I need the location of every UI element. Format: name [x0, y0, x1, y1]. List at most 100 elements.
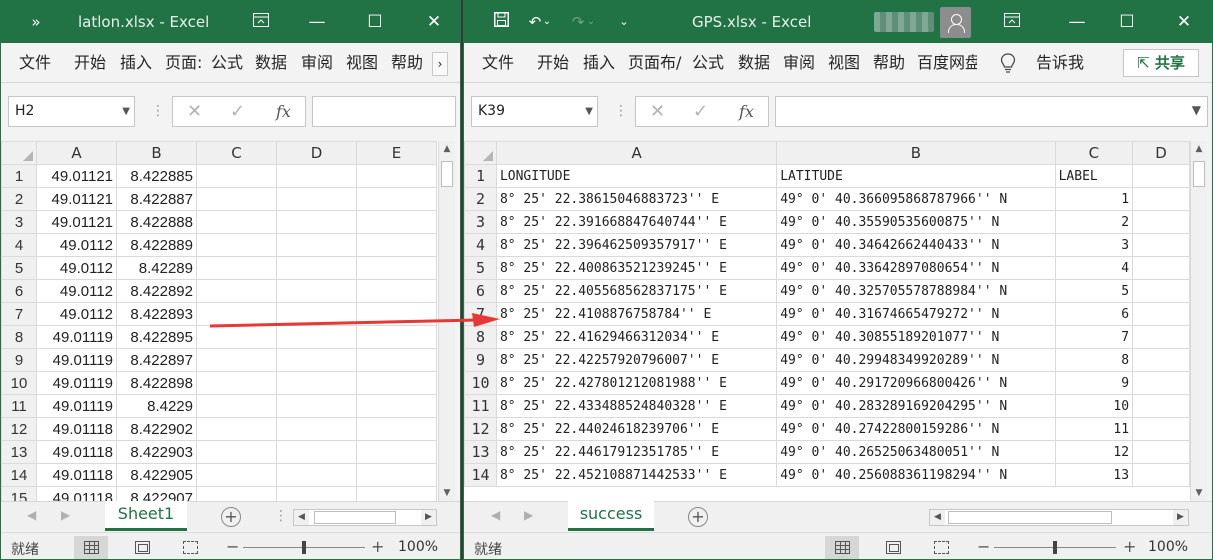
prev-sheet-icon[interactable]: ◀ — [27, 508, 36, 522]
page-layout-view-button[interactable] — [125, 536, 159, 559]
name-box[interactable]: H2 ▼ — [8, 96, 135, 127]
cell[interactable] — [196, 279, 277, 303]
column-header[interactable]: B — [116, 141, 197, 165]
cell[interactable] — [196, 210, 277, 234]
cell[interactable]: 49° 0' 40.256088361198294'' N — [776, 463, 1056, 487]
row-header[interactable]: 6 — [464, 279, 497, 303]
cell[interactable] — [276, 394, 357, 418]
cell[interactable] — [356, 486, 437, 501]
cell[interactable]: 49.01118 — [36, 417, 117, 441]
close-button[interactable]: ✕ — [1161, 1, 1207, 43]
cell[interactable]: 8° 25' 22.400863521239245'' E — [495, 256, 778, 280]
cell[interactable]: 49° 0' 40.325705578788984'' N — [776, 279, 1056, 303]
zoom-in-icon[interactable]: + — [371, 537, 384, 556]
formula-input[interactable]: ▼ — [775, 96, 1208, 127]
right-vertical-scrollbar[interactable]: ▲ ▼ — [1190, 141, 1207, 501]
cell[interactable] — [276, 440, 357, 464]
cell[interactable]: 10 — [1054, 394, 1134, 418]
page-break-view-button[interactable] — [173, 536, 207, 559]
zoom-out-icon[interactable]: − — [977, 537, 990, 556]
cell[interactable] — [196, 187, 277, 211]
cell[interactable]: 1 — [1054, 187, 1134, 211]
cancel-icon[interactable]: ✕ — [650, 97, 665, 126]
cell[interactable]: 49° 0' 40.29948349920289'' N — [776, 348, 1056, 372]
cell[interactable]: 8.422887 — [116, 187, 197, 211]
cell[interactable] — [356, 256, 437, 280]
cell[interactable] — [1132, 394, 1190, 418]
cell[interactable] — [196, 256, 277, 280]
cell[interactable]: 11 — [1054, 417, 1134, 441]
cell[interactable] — [196, 463, 277, 487]
cell[interactable]: 49.0112 — [36, 302, 117, 326]
row-header[interactable]: 1 — [464, 164, 497, 188]
tab-file[interactable]: 文件 — [482, 43, 514, 83]
cell[interactable]: 8.422885 — [116, 164, 197, 188]
minimize-button[interactable]: — — [294, 1, 340, 43]
cell[interactable] — [276, 348, 357, 372]
row-header[interactable]: 5 — [464, 256, 497, 280]
scroll-right-icon[interactable]: ▶ — [421, 510, 436, 525]
cell[interactable]: 49° 0' 40.291720966800426'' N — [776, 371, 1056, 395]
right-sheet-grid[interactable]: A B C D 1 LONGITUDE LATITUDE LABEL 2 8° 25' 2… — [464, 141, 1190, 501]
cell[interactable]: 8° 25' 22.427801212081988'' E — [495, 371, 778, 395]
cell[interactable] — [356, 325, 437, 349]
cell[interactable]: 8° 25' 22.433488524840328'' E — [495, 394, 778, 418]
tab-baidu-netdisk[interactable]: 百度网盘 — [917, 43, 977, 83]
column-header[interactable]: A — [36, 141, 117, 165]
cell[interactable] — [356, 417, 437, 441]
cell[interactable]: 8° 25' 22.396462509357917'' E — [495, 233, 778, 257]
page-break-view-button[interactable] — [924, 536, 958, 559]
normal-view-button[interactable] — [74, 536, 108, 559]
cell[interactable]: 8° 25' 22.41629466312034'' E — [495, 325, 778, 349]
row-header[interactable]: 13 — [464, 440, 497, 464]
row-header[interactable]: 1 — [1, 164, 37, 188]
cell[interactable] — [356, 440, 437, 464]
cell[interactable]: 5 — [1054, 279, 1134, 303]
cell[interactable] — [276, 417, 357, 441]
cell[interactable] — [276, 233, 357, 257]
scroll-left-icon[interactable]: ◀ — [930, 510, 945, 525]
undo-dropdown-icon[interactable]: ⌄ — [540, 1, 554, 43]
cell[interactable]: 8.42289 — [116, 256, 197, 280]
cell[interactable] — [356, 210, 437, 234]
maximize-button[interactable]: ☐ — [1104, 1, 1150, 43]
next-sheet-icon[interactable]: ▶ — [524, 508, 533, 522]
cell[interactable]: 2 — [1054, 210, 1134, 234]
cell[interactable] — [276, 279, 357, 303]
hscroll-thumb[interactable] — [948, 511, 1112, 524]
cell[interactable]: 8° 25' 22.38615046883723'' E — [495, 187, 778, 211]
tell-me-search[interactable]: 告诉我 — [1036, 43, 1084, 83]
cell[interactable]: 8.422888 — [116, 210, 197, 234]
cell[interactable]: LATITUDE — [776, 164, 1056, 188]
lightbulb-icon[interactable] — [1000, 43, 1016, 83]
zoom-level[interactable]: 100% — [398, 539, 438, 555]
cell[interactable] — [1132, 325, 1190, 349]
scroll-down-icon[interactable]: ▼ — [1191, 485, 1207, 501]
check-icon[interactable]: ✓ — [693, 97, 708, 126]
cell[interactable] — [276, 463, 357, 487]
row-header[interactable]: 5 — [1, 256, 37, 280]
cell[interactable]: 8.422892 — [116, 279, 197, 303]
cell[interactable] — [356, 187, 437, 211]
cell[interactable]: 49° 0' 40.33642897080654'' N — [776, 256, 1056, 280]
cell[interactable] — [276, 302, 357, 326]
cell[interactable]: 8.422898 — [116, 371, 197, 395]
row-header[interactable]: 2 — [1, 187, 37, 211]
cell[interactable]: 49.0112 — [36, 256, 117, 280]
cell[interactable]: 8° 25' 22.44617912351785'' E — [495, 440, 778, 464]
prev-sheet-icon[interactable]: ◀ — [491, 508, 500, 522]
cell[interactable]: 49.01121 — [36, 210, 117, 234]
formula-input[interactable] — [312, 96, 456, 127]
row-header[interactable]: 4 — [464, 233, 497, 257]
normal-view-button[interactable] — [825, 536, 859, 559]
cell[interactable]: LONGITUDE — [495, 164, 778, 188]
cell[interactable]: 8° 25' 22.405568562837175'' E — [495, 279, 778, 303]
cell[interactable]: 7 — [1054, 325, 1134, 349]
check-icon[interactable]: ✓ — [230, 97, 245, 126]
cancel-icon[interactable]: ✕ — [187, 97, 202, 126]
row-header[interactable]: 14 — [464, 463, 497, 487]
cell[interactable] — [196, 371, 277, 395]
tab-home[interactable]: 开始 — [74, 43, 106, 83]
redo-dropdown-icon[interactable]: ⌄ — [584, 1, 598, 43]
column-header[interactable]: E — [356, 141, 437, 165]
